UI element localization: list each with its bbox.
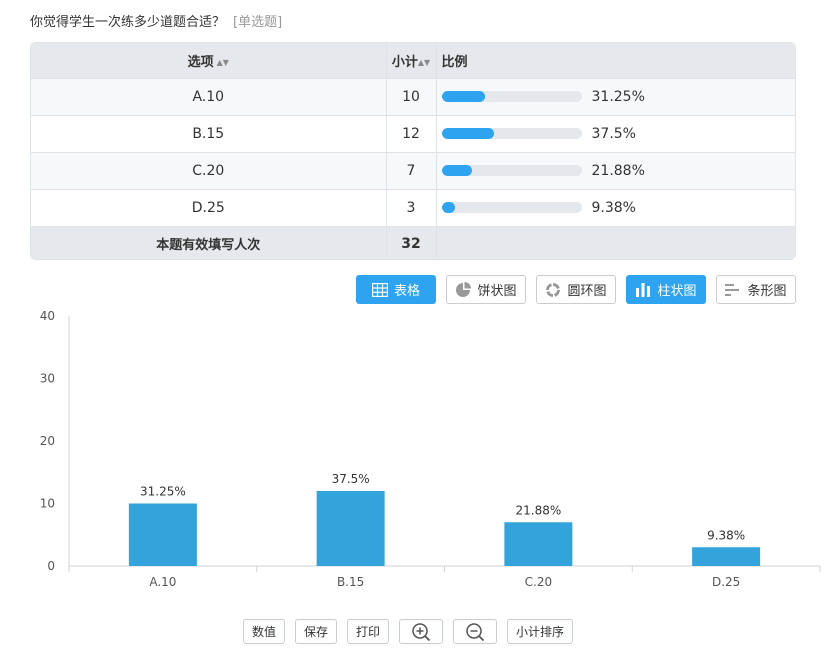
table-row: A.10 10 31.25%	[31, 78, 795, 116]
question-title: 你觉得学生一次练多少道题合适？ [单选题]	[30, 11, 282, 30]
header-option[interactable]: 选项 ▲▼	[31, 43, 387, 79]
table-icon	[371, 282, 388, 297]
header-ratio-label: 比例	[441, 54, 468, 70]
table-row: D.25 3 9.38%	[31, 189, 795, 227]
bar-chart-icon	[725, 283, 740, 296]
progress-track	[441, 128, 582, 139]
pie-icon	[456, 281, 472, 297]
row-count: 12	[386, 115, 437, 153]
progress-fill	[441, 165, 473, 176]
y-tick-label: 20	[40, 434, 55, 448]
progress-fill	[441, 202, 455, 213]
table-total-row: 本题有效填写人次 32	[31, 226, 795, 259]
sort-by-count-button[interactable]: 小计排序	[507, 619, 573, 644]
table-row: C.20 7 21.88%	[31, 152, 795, 190]
progress-fill	[441, 128, 494, 139]
zoom-in-icon	[412, 622, 431, 641]
progress-track	[441, 202, 582, 213]
zoom-out-icon	[466, 622, 485, 641]
total-empty	[436, 226, 795, 259]
row-percent: 21.88%	[591, 162, 645, 179]
x-tick-label: C.20	[525, 575, 552, 589]
zoom-in-button[interactable]	[399, 619, 443, 644]
row-ratio: 37.5%	[436, 115, 795, 153]
x-tick-label: A.10	[149, 575, 176, 589]
data-label: 37.5%	[332, 472, 370, 486]
total-label: 本题有效填写人次	[31, 226, 387, 259]
row-option: A.10	[31, 78, 387, 116]
header-ratio: 比例	[436, 43, 795, 79]
bar	[504, 522, 573, 566]
row-ratio: 31.25%	[436, 78, 795, 116]
row-percent: 9.38%	[591, 199, 636, 216]
header-count-label: 小计	[391, 54, 418, 70]
progress-track	[441, 165, 582, 176]
ring-view-label: 圆环图	[567, 284, 607, 299]
column-view-label: 柱状图	[657, 284, 697, 299]
row-option: D.25	[31, 189, 387, 227]
row-count: 7	[386, 152, 437, 190]
y-tick-label: 0	[47, 559, 55, 573]
data-label: 31.25%	[140, 485, 186, 499]
progress-fill	[441, 91, 486, 102]
question-type: [单选题]	[233, 15, 283, 30]
bar-view-label: 条形图	[747, 284, 787, 299]
chart-toolbar: 数值 保存 打印 小计排序	[0, 619, 839, 645]
sort-icon[interactable]: ▲▼	[418, 58, 430, 67]
x-tick-label: B.15	[337, 575, 364, 589]
stats-table: 选项 ▲▼ 小计▲▼ 比例 A.10 10 31.25% B.15 12 37.5…	[30, 42, 796, 260]
row-ratio: 9.38%	[436, 189, 795, 227]
y-tick-label: 10	[40, 497, 55, 511]
row-count: 3	[386, 189, 437, 227]
row-percent: 37.5%	[591, 125, 636, 142]
total-value: 32	[386, 226, 437, 259]
data-label: 9.38%	[707, 528, 745, 542]
row-option: C.20	[31, 152, 387, 190]
header-option-label: 选项	[187, 54, 214, 70]
data-label: 21.88%	[515, 503, 561, 517]
row-ratio: 21.88%	[436, 152, 795, 190]
table-row: B.15 12 37.5%	[31, 115, 795, 153]
row-option: B.15	[31, 115, 387, 153]
progress-track	[441, 91, 582, 102]
column-chart: 0 10 20 30 40 31.25% A.10 37.5% B.15 21.88% C.20 9.…	[40, 309, 821, 589]
table-view-label: 表格	[393, 284, 420, 299]
bar	[692, 547, 761, 566]
save-button[interactable]: 保存	[295, 619, 337, 644]
sort-icon[interactable]: ▲▼	[217, 58, 229, 67]
header-count[interactable]: 小计▲▼	[386, 43, 437, 79]
zoom-out-button[interactable]	[453, 619, 497, 644]
row-percent: 31.25%	[591, 88, 645, 105]
values-button[interactable]: 数值	[243, 619, 285, 644]
ring-icon	[546, 282, 561, 297]
column-chart-icon	[636, 283, 651, 297]
row-count: 10	[386, 78, 437, 116]
x-tick-label: D.25	[712, 575, 740, 589]
print-button[interactable]: 打印	[347, 619, 389, 644]
y-tick-label: 30	[40, 372, 55, 386]
table-header-row: 选项 ▲▼ 小计▲▼ 比例	[31, 43, 795, 79]
bar	[128, 503, 197, 566]
question-text: 你觉得学生一次练多少道题合适？	[30, 15, 226, 30]
y-tick-label: 40	[40, 309, 55, 323]
pie-view-label: 饼状图	[477, 284, 517, 299]
bar	[316, 491, 385, 566]
